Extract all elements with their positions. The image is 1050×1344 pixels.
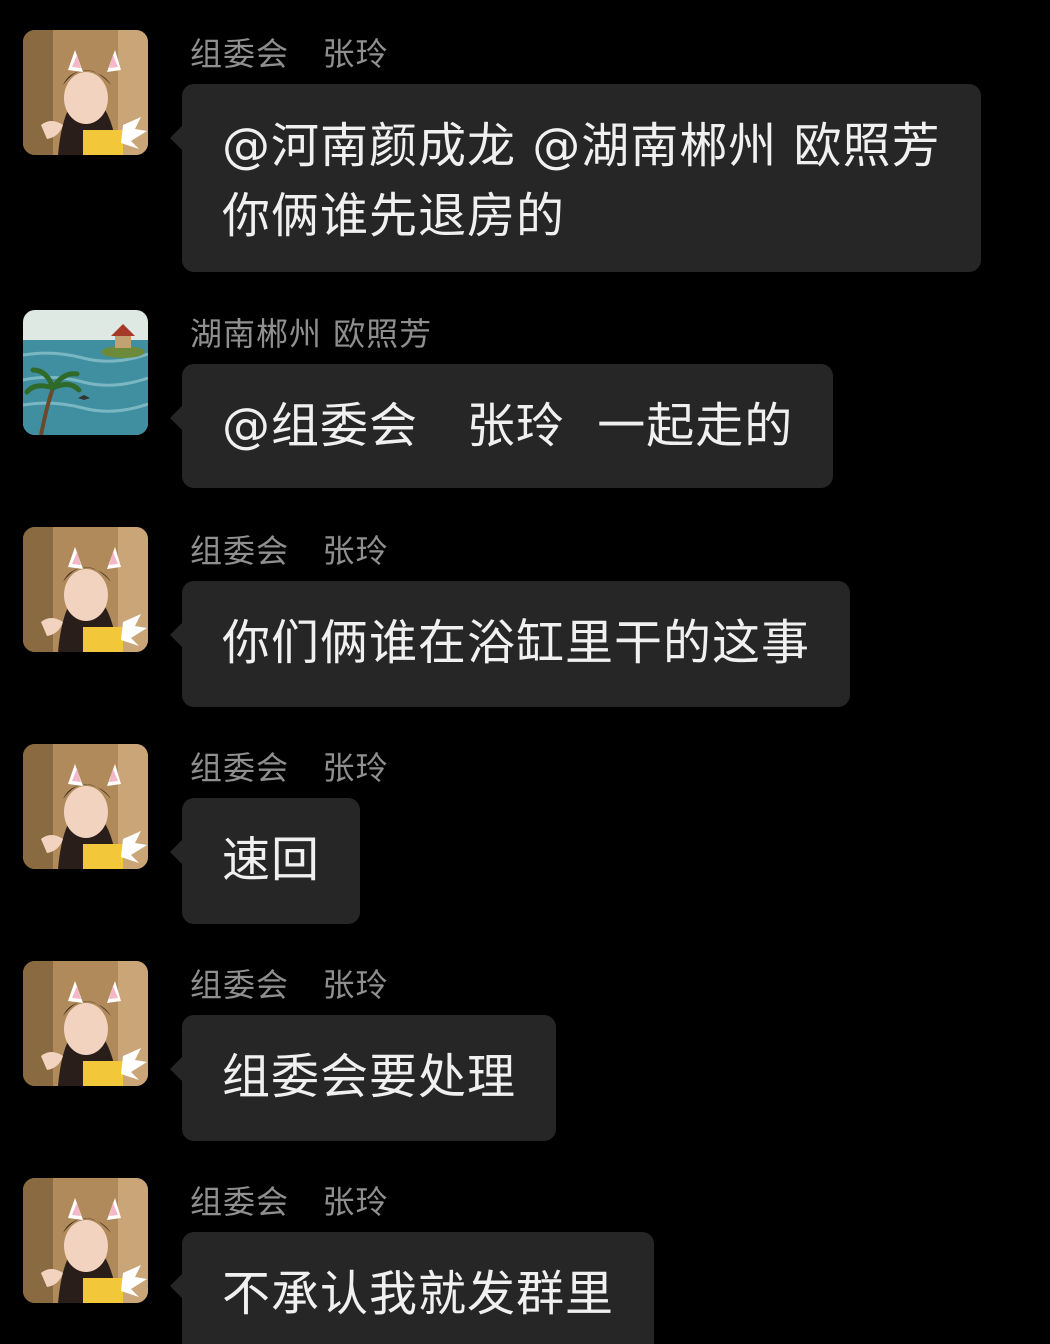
message-bubble[interactable]: 你们俩谁在浴缸里干的这事: [169, 581, 851, 707]
avatar-island-landscape-icon[interactable]: [23, 310, 148, 435]
avatar-cat-ear-girl-icon[interactable]: [23, 744, 148, 869]
avatar-cat-ear-girl-icon[interactable]: [23, 961, 148, 1086]
avatar-cat-ear-girl-icon[interactable]: [23, 527, 148, 652]
sender-name: 湖南郴州 欧照芳: [190, 315, 433, 353]
sender-name: 组委会 张玲: [190, 749, 389, 787]
message-bubble[interactable]: @河南颜成龙 @湖南郴州 欧照芳 你俩谁先退房的: [170, 84, 981, 272]
message-bubble[interactable]: 组委会要处理: [169, 1015, 557, 1141]
sender-name: 组委会 张玲: [190, 966, 389, 1004]
avatar-cat-ear-girl-icon[interactable]: [23, 30, 148, 155]
avatar-cat-ear-girl-icon[interactable]: [23, 1178, 148, 1303]
sender-name: 组委会 张玲: [190, 35, 389, 73]
message-bubble[interactable]: 不承认我就发群里: [169, 1232, 655, 1344]
message-bubble[interactable]: 速回: [169, 798, 361, 924]
sender-name: 组委会 张玲: [190, 532, 389, 570]
sender-name: 组委会 张玲: [190, 1183, 389, 1221]
message-bubble[interactable]: @组委会 张玲 一起走的: [169, 364, 834, 488]
